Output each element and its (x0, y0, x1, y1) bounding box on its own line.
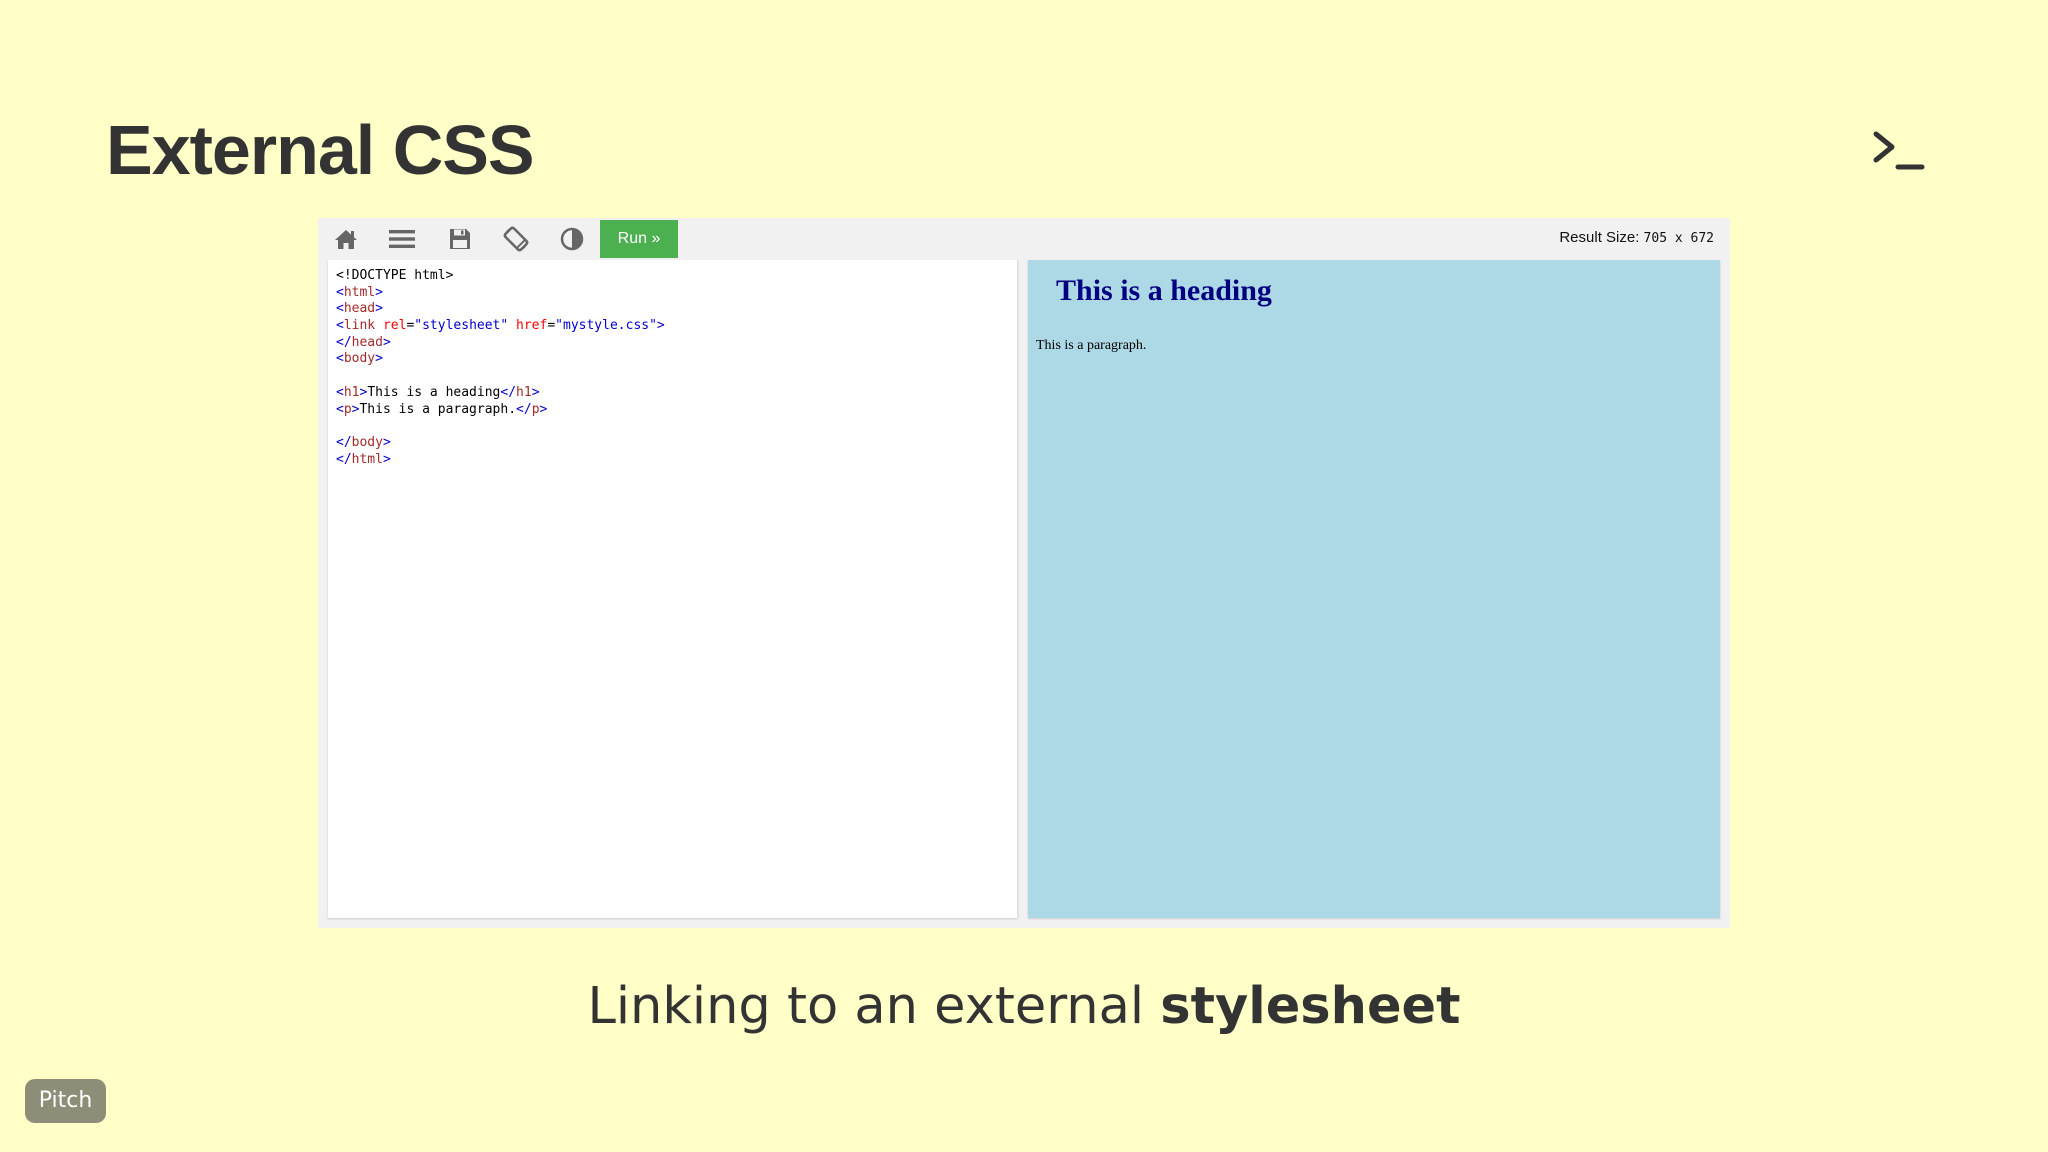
code-editor-window: Run » Result Size: 705 x 672 <!DOCTYPE h… (318, 218, 1730, 928)
caption-bold-text: stylesheet (1160, 977, 1461, 1036)
result-pane: This is a heading This is a paragraph. (1028, 260, 1720, 918)
result-size-value: 705 x 672 (1643, 231, 1714, 246)
code-line[interactable]: <head> (336, 301, 1017, 318)
result-size-label: Result Size: (1559, 229, 1644, 246)
terminal-prompt-icon (1873, 131, 1925, 170)
result-size-readout: Result Size: 705 x 672 (1559, 229, 1714, 246)
code-line[interactable]: <html> (336, 285, 1017, 302)
menu-icon[interactable] (382, 224, 422, 254)
editor-toolbar: Run » Result Size: 705 x 672 (318, 218, 1730, 260)
code-line[interactable]: <body> (336, 351, 1017, 368)
home-icon[interactable] (326, 224, 366, 254)
code-line[interactable]: </body> (336, 435, 1017, 452)
save-icon[interactable] (440, 224, 480, 254)
code-line[interactable]: <!DOCTYPE html> (336, 268, 1017, 285)
run-button[interactable]: Run » (600, 220, 678, 258)
theme-contrast-icon[interactable] (552, 224, 592, 254)
result-paragraph: This is a paragraph. (1036, 338, 1147, 353)
caption-text: Linking to an external (587, 977, 1161, 1036)
slide-title: External CSS (106, 111, 535, 189)
result-heading: This is a heading (1056, 274, 1272, 307)
code-line[interactable]: <link rel="stylesheet" href="mystyle.css… (336, 318, 1017, 335)
code-line[interactable]: </html> (336, 452, 1017, 469)
code-line[interactable] (336, 368, 1017, 385)
code-editor-pane[interactable]: <!DOCTYPE html> <html> <head> <link rel="st… (328, 260, 1018, 918)
pitch-badge[interactable]: Pitch (25, 1079, 106, 1123)
slide-caption: Linking to an external stylesheet (0, 972, 2048, 1042)
code-line[interactable]: </head> (336, 335, 1017, 352)
rotate-icon[interactable] (496, 224, 536, 254)
code-line[interactable]: <h1>This is a heading</h1> (336, 385, 1017, 402)
code-line[interactable]: <p>This is a paragraph.</p> (336, 402, 1017, 419)
code-line[interactable] (336, 418, 1017, 435)
